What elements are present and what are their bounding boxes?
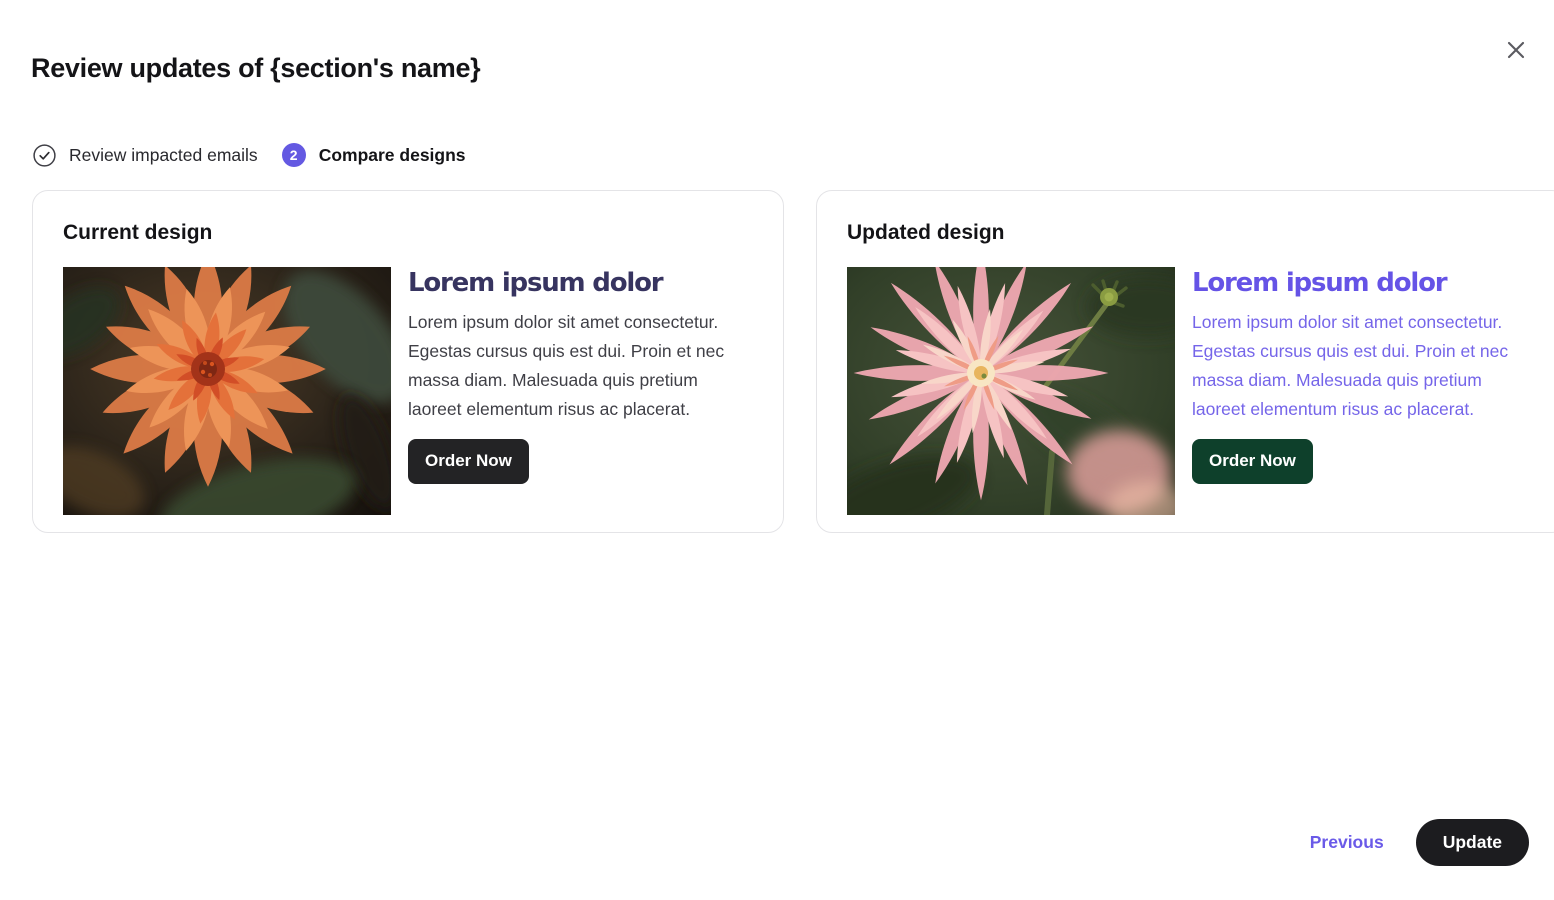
product-description: Lorem ipsum dolor sit amet consectetur. … [1192,308,1537,424]
previous-button[interactable]: Previous [1310,832,1384,853]
product-description: Lorem ipsum dolor sit amet consectetur. … [408,308,753,424]
close-icon [1504,38,1528,62]
order-now-button[interactable]: Order Now [408,439,529,484]
close-button[interactable] [1496,30,1536,70]
card-title: Current design [63,221,753,245]
stepper-step-compare-designs[interactable]: 2 Compare designs [258,143,466,167]
product-heading: Lorem ipsum dolor [1192,269,1537,298]
product-heading: Lorem ipsum dolor [408,269,753,298]
orange-dahlia-photo [63,267,391,515]
order-now-button[interactable]: Order Now [1192,439,1313,484]
current-design-card: Current design [32,190,784,533]
check-circle-icon [33,144,56,167]
stepper-step-review-impacted-emails[interactable]: Review impacted emails [33,144,258,167]
comparison-cards: Current design [32,190,1529,533]
updated-design-card: Updated design [816,190,1554,533]
card-title: Updated design [847,221,1537,245]
step-label: Compare designs [319,145,466,166]
pink-dahlia-photo [847,267,1175,515]
stepper: Review impacted emails 2 Compare designs [33,143,466,167]
footer-actions: Previous Update [1310,819,1529,866]
update-button[interactable]: Update [1416,819,1529,866]
page-title: Review updates of {section's name} [31,53,480,84]
step-label: Review impacted emails [69,145,258,166]
step-number-badge: 2 [282,143,306,167]
